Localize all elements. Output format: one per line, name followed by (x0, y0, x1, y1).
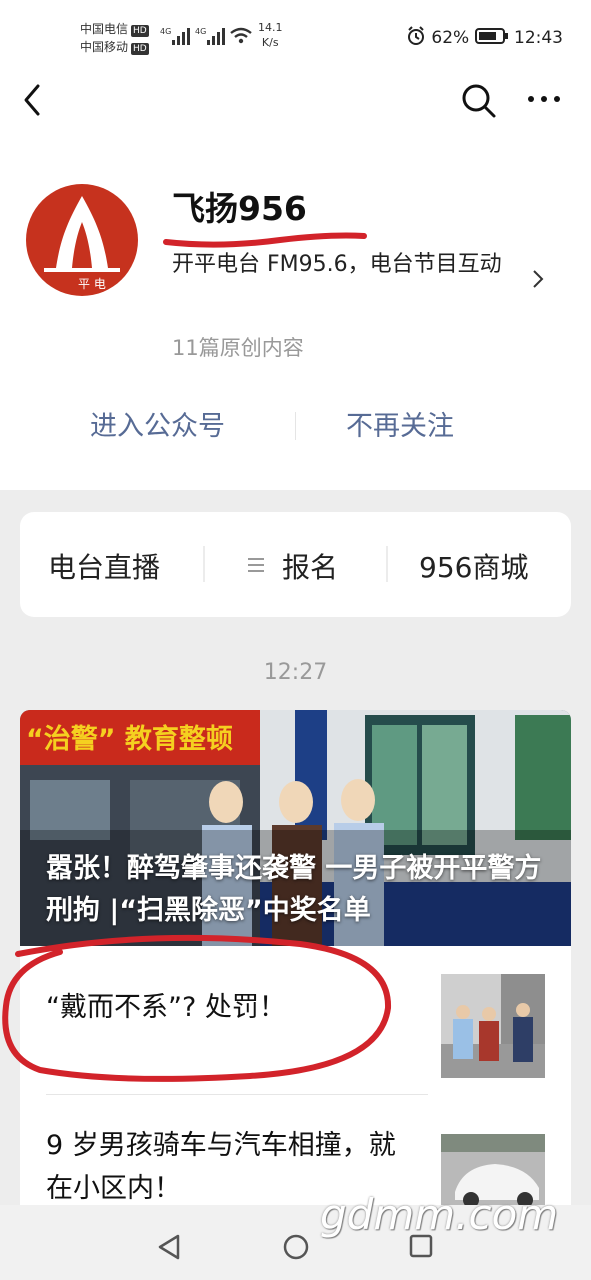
clock: 12:43 (514, 28, 563, 48)
battery-percent: 62% (431, 28, 470, 48)
original-count: 11篇原创内容 (172, 336, 304, 360)
thumbnail-image (441, 974, 545, 1078)
article-thumbnail (441, 974, 545, 1078)
unfollow-button[interactable]: 不再关注 (346, 404, 454, 443)
hero-title: 嚣张！醉驾肇事还袭警 一男子被开平警方刑拘 |“扫黑除恶”中奖名单 (46, 853, 542, 926)
net-speed-value: 14.1 (258, 21, 283, 34)
signal-icon: 4G (160, 27, 190, 45)
svg-text:4G: 4G (160, 27, 171, 36)
carrier-1: 中国电信 (80, 22, 129, 36)
wifi-icon (230, 27, 252, 44)
network-speed: 14.1 K/s (258, 20, 283, 50)
account-description: 开平电台 FM95.6，电台节目互动 (172, 252, 502, 277)
search-icon[interactable] (460, 82, 498, 120)
hero-article[interactable]: “治警” 教育整顿 嚣张！醉驾肇事还袭警 一男子被开平警方刑拘 |“扫黑除恶”中… (20, 710, 571, 946)
net-speed-unit: K/s (261, 36, 279, 49)
status-bar: 中国电信 HD 中国移动 HD 4G 4G 14.1 K/s 62% 12:43 (0, 0, 591, 72)
divider (386, 546, 388, 582)
top-bar (0, 72, 591, 132)
divider (295, 412, 296, 440)
alarm-icon (407, 26, 424, 45)
menu-item-live[interactable]: 电台直播 (48, 546, 160, 586)
list-icon (248, 558, 264, 572)
account-avatar: 平 电 (26, 184, 138, 296)
hd-badge: HD (131, 43, 149, 55)
carrier-info: 中国电信 HD 中国移动 HD (80, 20, 149, 56)
svg-text:平 电: 平 电 (78, 277, 106, 291)
divider (203, 546, 205, 582)
menu-item-shop[interactable]: 956商城 (419, 546, 528, 586)
chevron-right-icon[interactable] (531, 268, 545, 290)
message-time: 12:27 (263, 660, 328, 685)
svg-text:“治警” 教育整顿: “治警” 教育整顿 (26, 723, 233, 755)
status-right: 62% 12:43 (406, 26, 563, 48)
carrier-2: 中国移动 (80, 40, 129, 54)
red-circle-annotation (2, 934, 392, 1082)
more-icon[interactable] (526, 92, 562, 106)
back-arrow-icon[interactable] (18, 82, 48, 118)
hd-badge: HD (131, 25, 149, 37)
account-menu: 电台直播 报名 956商城 (20, 512, 571, 617)
enter-account-button[interactable]: 进入公众号 (90, 404, 225, 443)
svg-text:4G: 4G (195, 27, 206, 36)
red-underline-annotation (163, 232, 367, 248)
signal-icon: 4G (195, 27, 225, 45)
battery-icon (474, 28, 508, 44)
account-name: 飞扬956 (172, 189, 307, 228)
menu-item-signup[interactable]: 报名 (282, 546, 338, 586)
watermark: gdmm.com (320, 1190, 559, 1239)
logo-emblem: 平 电 (44, 196, 120, 291)
divider (46, 1094, 428, 1095)
nav-home-icon[interactable] (282, 1233, 310, 1261)
nav-back-icon[interactable] (156, 1233, 182, 1261)
account-profile: 平 电 飞扬956 开平电台 FM95.6，电台节目互动 11篇原创内容 进入公… (0, 132, 591, 490)
